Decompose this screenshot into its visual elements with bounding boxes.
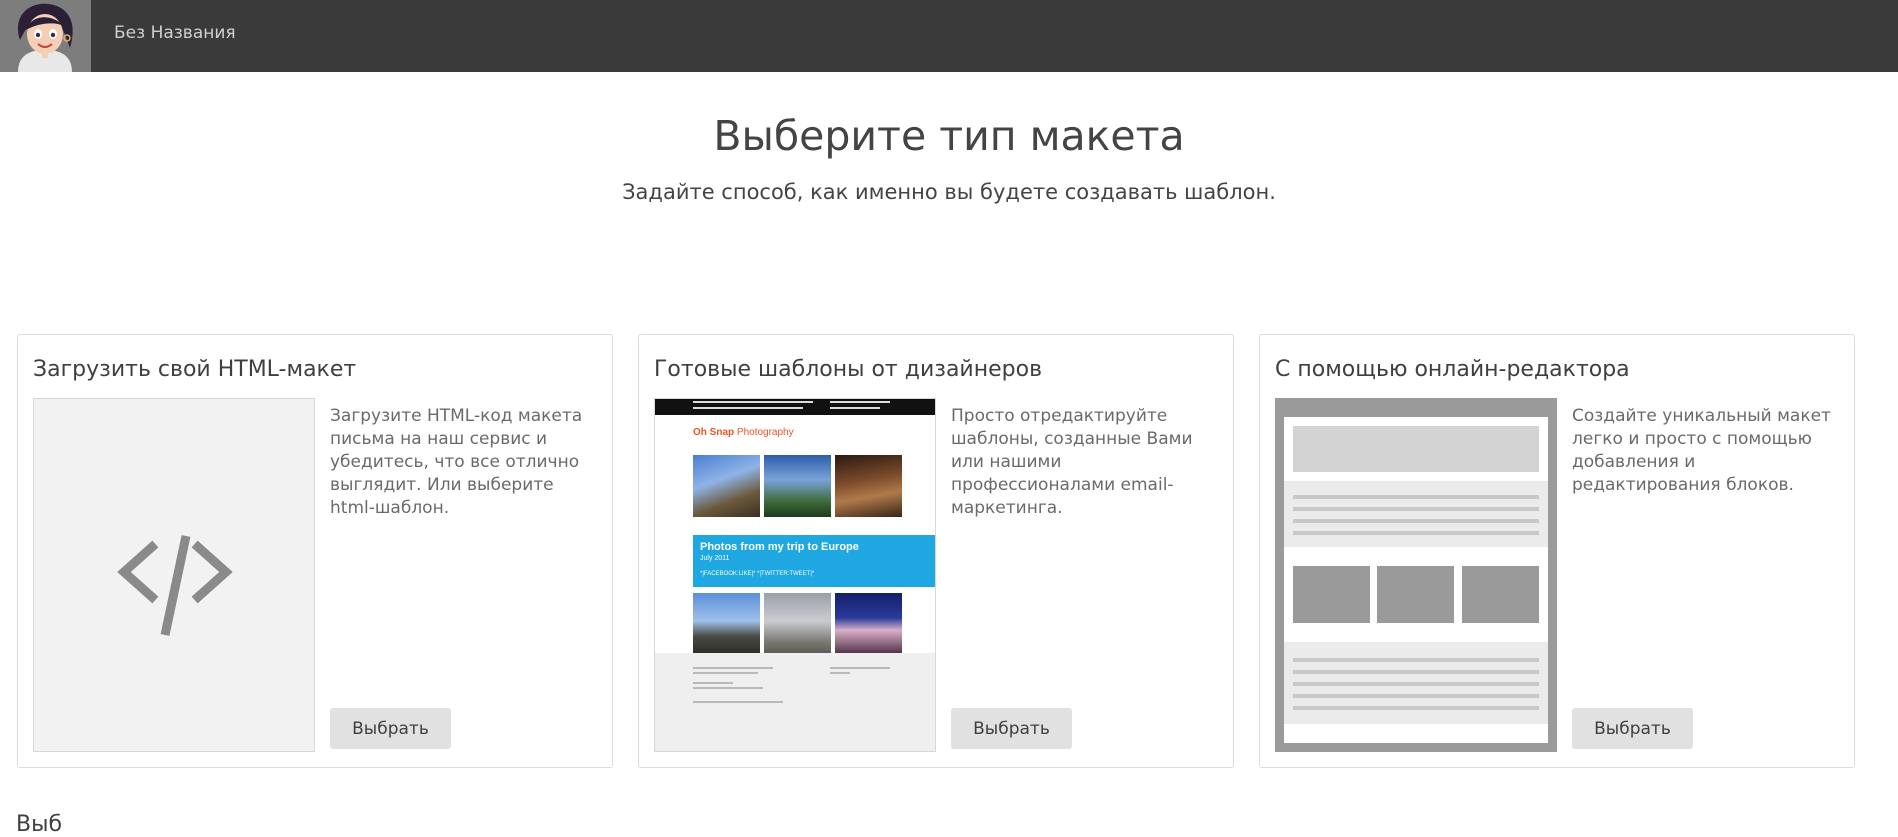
document-title[interactable]: Без Названия [114,23,236,43]
template-topbar [655,399,935,415]
card-description: Создайте уникальный макет легко и просто… [1572,406,1831,495]
template-banner: Photos from my trip to Europe July 2011 … [693,535,935,587]
photo-thumbnail [835,455,902,517]
page-subtitle: Задайте способ, как именно вы будете соз… [622,180,1276,204]
card-description: Просто отредактируйте шаблоны, созданные… [951,406,1193,518]
template-preview-image: Oh Snap Photography Photos from my trip … [654,398,936,752]
template-footer [655,653,935,751]
photo-thumbnail [835,593,902,655]
card-designer-templates: Готовые шаблоны от дизайнеров Oh Snap Ph… [638,334,1234,768]
section-heading-partial: Выб [16,812,63,837]
choose-upload-html-button[interactable]: Выбрать [330,708,451,749]
page-title: Выберите тип макета [713,112,1185,160]
photo-thumbnail [693,593,760,655]
card-title: Готовые шаблоны от дизайнеров [654,357,1043,382]
card-online-editor: С помощью онлайн-редактора Создайте уник… [1259,334,1855,768]
layout-blocks-icon [1275,398,1557,752]
avatar-illustration-icon [0,0,91,72]
card-title: С помощью онлайн-редактора [1275,357,1630,382]
choose-designer-template-button[interactable]: Выбрать [951,708,1072,749]
photo-thumbnail [764,455,831,517]
photo-thumbnail [693,455,760,517]
choose-online-editor-button[interactable]: Выбрать [1572,708,1693,749]
card-title: Загрузить свой HTML-макет [33,357,357,382]
photo-thumbnail [764,593,831,655]
code-icon [117,535,233,636]
top-bar: Без Названия [0,0,1898,72]
template-body: Oh Snap Photography Photos from my trip … [655,415,935,669]
template-brand: Oh Snap Photography [693,427,794,438]
user-avatar[interactable] [0,0,91,72]
card-description: Загрузите HTML-код макета письма на наш … [330,406,583,518]
card-upload-html: Загрузить свой HTML-макет Загрузите HTML… [17,334,613,768]
card-preview [33,398,315,752]
